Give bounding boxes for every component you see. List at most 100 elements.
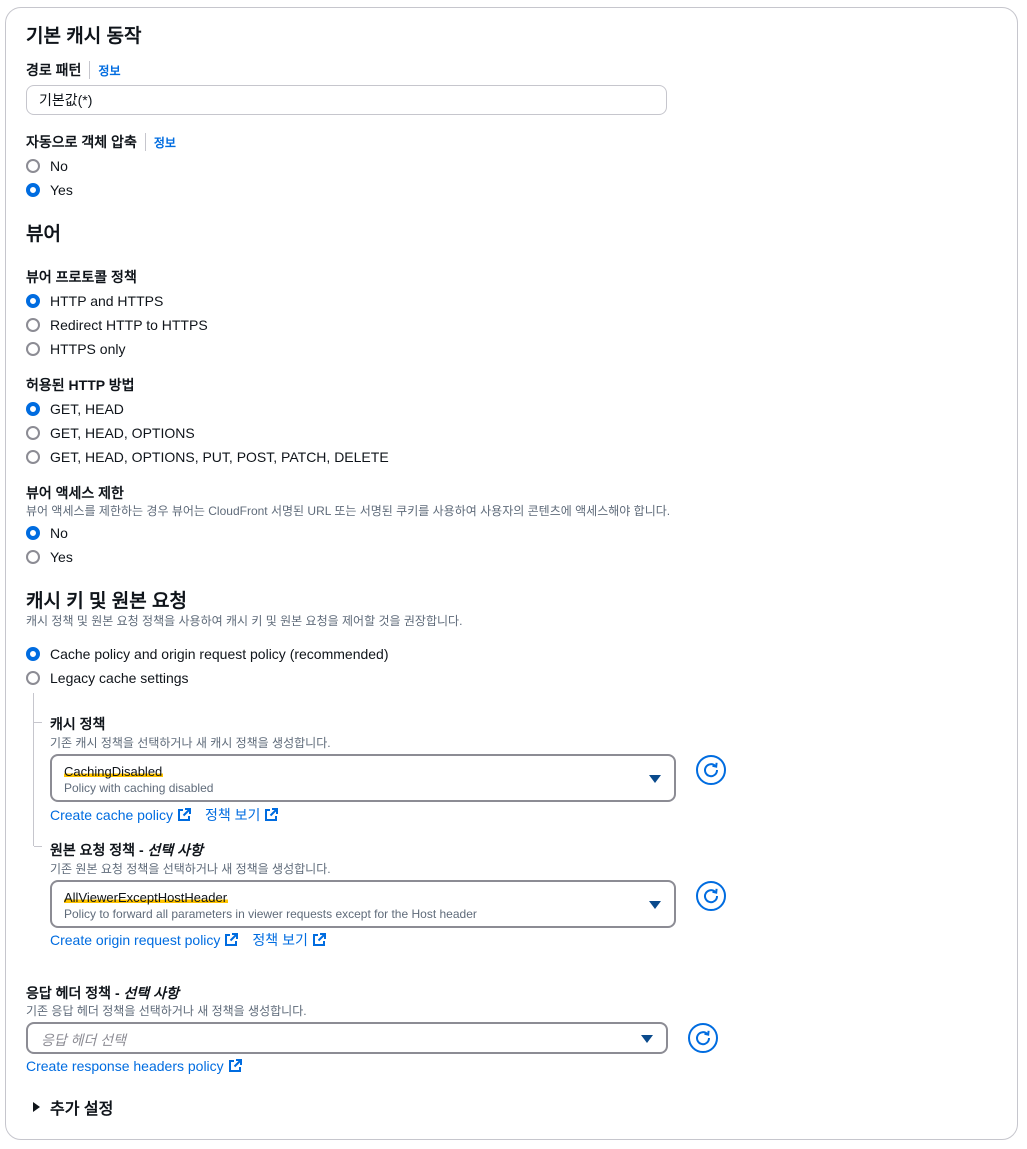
radio-label: Legacy cache settings — [50, 670, 189, 686]
optional-tag: 선택 사항 — [123, 985, 179, 1001]
radio-button[interactable] — [26, 671, 40, 685]
tree-connector — [34, 722, 42, 723]
link-label: Create origin request policy — [50, 932, 221, 948]
link-label: 정책 보기 — [252, 932, 308, 948]
path-pattern-label-row: 경로 패턴 정보 — [26, 60, 121, 80]
http-methods-label: 허용된 HTTP 방법 — [26, 377, 135, 393]
external-link-icon — [265, 808, 279, 821]
additional-settings-toggle[interactable]: 추가 설정 — [30, 1096, 113, 1118]
view-cache-policy-link[interactable]: 정책 보기 — [204, 805, 279, 825]
external-link-icon — [228, 1059, 242, 1072]
response-headers-refresh-button[interactable] — [688, 1023, 718, 1053]
origin-policy-links: Create origin request policy 정책 보기 — [50, 930, 326, 950]
origin-policy-select[interactable]: AllViewerExceptHostHeader Policy to forw… — [50, 880, 676, 928]
radio-button[interactable] — [26, 159, 40, 173]
create-cache-policy-link[interactable]: Create cache policy — [50, 807, 191, 823]
cache-policy-value-description: Policy with caching disabled — [64, 781, 214, 795]
response-headers-links: Create response headers policy — [26, 1056, 242, 1076]
section-title-cache-key: 캐시 키 및 원본 요청 — [26, 591, 187, 612]
origin-policy-value: AllViewerExceptHostHeader — [64, 890, 229, 905]
compress-option-yes[interactable]: Yes — [26, 180, 73, 200]
response-headers-select[interactable]: 응답 헤더 선택 — [26, 1022, 668, 1054]
view-origin-policy-link[interactable]: 정책 보기 — [252, 930, 326, 950]
cache-policy-label: 캐시 정책 — [50, 716, 106, 732]
origin-policy-description: 기존 원본 요청 정책을 선택하거나 새 정책을 생성합니다. — [50, 862, 331, 876]
radio-button[interactable] — [26, 426, 40, 440]
external-link-icon — [177, 808, 191, 821]
compress-label: 자동으로 객체 압축 — [26, 134, 137, 150]
optional-tag: 선택 사항 — [147, 842, 203, 858]
radio-button[interactable] — [26, 294, 40, 308]
restrict-option-no[interactable]: No — [26, 523, 68, 543]
radio-label: Redirect HTTP to HTTPS — [50, 317, 208, 333]
compress-info-link[interactable]: 정보 — [154, 134, 176, 151]
radio-button[interactable] — [26, 183, 40, 197]
radio-label: GET, HEAD — [50, 401, 124, 417]
selected-value: CachingDisabled — [64, 763, 164, 781]
tree-connector — [33, 693, 34, 846]
external-link-icon — [312, 933, 326, 946]
external-link-icon — [225, 933, 239, 946]
refresh-icon — [704, 762, 719, 778]
caret-down-icon — [649, 775, 661, 783]
viewer-protocol-label: 뷰어 프로토콜 정책 — [26, 269, 137, 285]
link-label: Create cache policy — [50, 807, 173, 823]
path-pattern-input[interactable]: 기본값(*) — [26, 85, 667, 115]
additional-settings-label: 추가 설정 — [50, 1101, 114, 1118]
divider — [89, 61, 91, 79]
protocol-option-https-only[interactable]: HTTPS only — [26, 339, 125, 359]
cache-policy-links: Create cache policy 정책 보기 — [50, 805, 279, 825]
radio-button[interactable] — [26, 647, 40, 661]
tree-connector — [34, 846, 42, 847]
radio-button[interactable] — [26, 402, 40, 416]
methods-option-all[interactable]: GET, HEAD, OPTIONS, PUT, POST, PATCH, DE… — [26, 447, 389, 467]
methods-option-get-head-options[interactable]: GET, HEAD, OPTIONS — [26, 423, 195, 443]
compress-option-no[interactable]: No — [26, 156, 68, 176]
restrict-option-yes[interactable]: Yes — [26, 547, 73, 567]
cache-option-policy[interactable]: Cache policy and origin request policy (… — [26, 644, 389, 664]
origin-policy-refresh-button[interactable] — [696, 881, 726, 911]
methods-option-get-head[interactable]: GET, HEAD — [26, 399, 124, 419]
create-response-headers-policy-link[interactable]: Create response headers policy — [26, 1058, 242, 1074]
radio-button[interactable] — [26, 450, 40, 464]
link-label: 정책 보기 — [204, 807, 261, 823]
radio-button[interactable] — [26, 526, 40, 540]
divider — [144, 133, 146, 151]
origin-policy-label: 원본 요청 정책 - 선택 사항 — [50, 840, 203, 860]
cache-option-legacy[interactable]: Legacy cache settings — [26, 668, 189, 688]
caret-down-icon — [641, 1035, 653, 1043]
radio-label: GET, HEAD, OPTIONS — [50, 425, 195, 441]
caret-down-icon — [649, 901, 661, 909]
cache-policy-select[interactable]: CachingDisabled Policy with caching disa… — [50, 754, 676, 802]
create-origin-policy-link[interactable]: Create origin request policy — [50, 932, 239, 948]
settings-panel — [5, 7, 1018, 1140]
protocol-option-http-https[interactable]: HTTP and HTTPS — [26, 291, 163, 311]
path-pattern-value: 기본값(*) — [39, 92, 93, 108]
origin-policy-label-text: 원본 요청 정책 - — [50, 842, 148, 858]
radio-label: GET, HEAD, OPTIONS, PUT, POST, PATCH, DE… — [50, 449, 389, 465]
cache-key-description: 캐시 정책 및 원본 요청 정책을 사용하여 캐시 키 및 원본 요청을 제어할… — [26, 614, 463, 628]
cache-policy-description: 기존 캐시 정책을 선택하거나 새 캐시 정책을 생성합니다. — [50, 736, 331, 750]
compress-label-row: 자동으로 객체 압축 정보 — [26, 132, 176, 152]
response-headers-description: 기존 응답 헤더 정책을 선택하거나 새 정책을 생성합니다. — [26, 1004, 307, 1018]
restrict-access-description: 뷰어 액세스를 제한하는 경우 뷰어는 CloudFront 서명된 URL 또… — [26, 504, 671, 518]
response-headers-placeholder: 응답 헤더 선택 — [41, 1032, 127, 1048]
radio-button[interactable] — [26, 550, 40, 564]
radio-label: Yes — [50, 549, 73, 565]
radio-label: HTTPS only — [50, 341, 126, 357]
radio-button[interactable] — [26, 318, 40, 332]
refresh-icon — [704, 888, 719, 904]
refresh-icon — [696, 1030, 711, 1046]
path-pattern-info-link[interactable]: 정보 — [98, 62, 120, 79]
caret-right-icon — [33, 1102, 40, 1112]
restrict-access-label: 뷰어 액세스 제한 — [26, 485, 124, 501]
radio-label: Cache policy and origin request policy (… — [50, 646, 389, 662]
protocol-option-redirect[interactable]: Redirect HTTP to HTTPS — [26, 315, 208, 335]
radio-button[interactable] — [26, 342, 40, 356]
selected-value: AllViewerExceptHostHeader — [64, 889, 229, 907]
section-title-viewer: 뷰어 — [26, 224, 61, 245]
section-title-default-behavior: 기본 캐시 동작 — [26, 26, 142, 47]
path-pattern-label: 경로 패턴 — [26, 62, 82, 78]
cache-policy-refresh-button[interactable] — [696, 755, 726, 785]
response-headers-label-text: 응답 헤더 정책 - — [26, 985, 124, 1001]
